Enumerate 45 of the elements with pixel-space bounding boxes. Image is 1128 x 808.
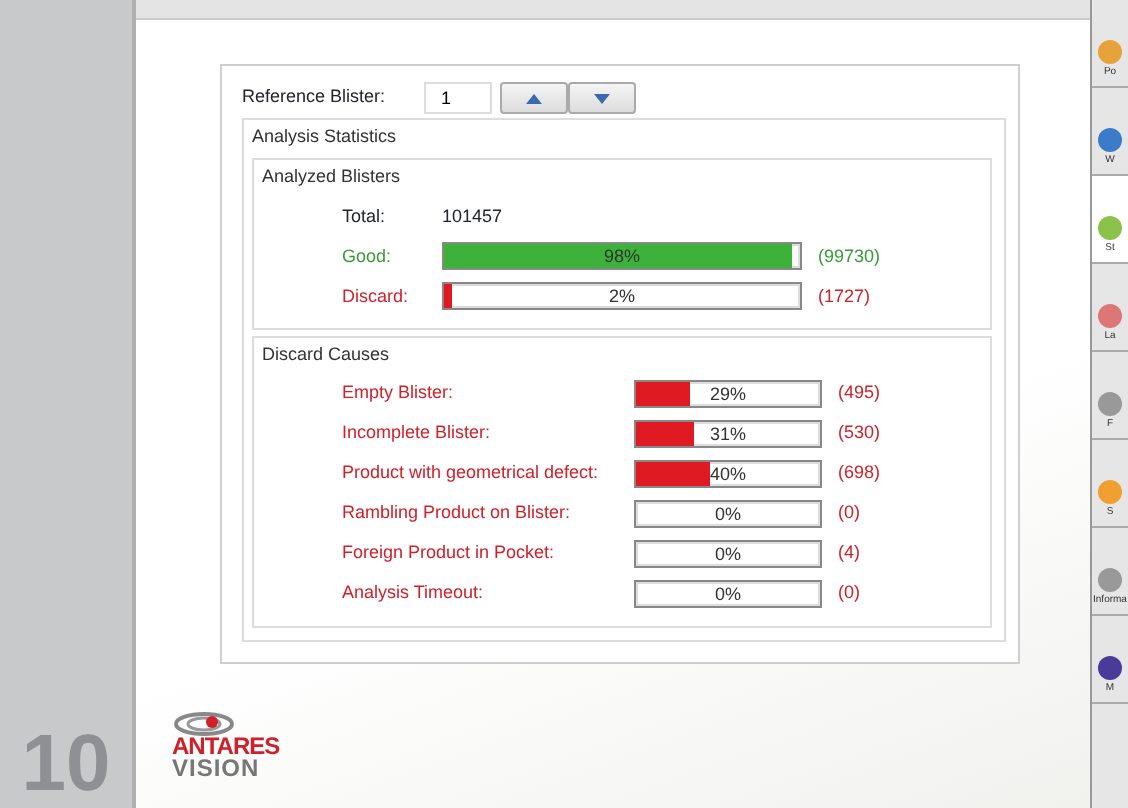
progress-bar: 0% (634, 580, 822, 608)
up-button[interactable] (500, 82, 568, 114)
count-value: (0) (838, 500, 860, 527)
reference-label: Reference Blister: (242, 84, 388, 111)
progress-bar: 0% (634, 540, 822, 568)
tool-icon (1096, 37, 1124, 65)
tool-icon (1096, 653, 1124, 681)
count-value: (4) (838, 540, 860, 567)
count-value: (495) (838, 380, 881, 407)
row-label: Product with geometrical defect: (340, 460, 601, 487)
up-arrow-icon (526, 93, 542, 103)
row-label: Rambling Product on Blister: (340, 500, 573, 527)
reference-field[interactable]: 1 (423, 82, 491, 114)
progress-bar: 40% (634, 460, 822, 488)
logo-text: VISION (172, 758, 260, 780)
tool-icon (1096, 125, 1124, 153)
count-value: (698) (838, 460, 881, 487)
count-value: (99730) (818, 243, 881, 270)
progress-bar: 98% (442, 242, 802, 271)
tool-icon (1096, 477, 1124, 505)
group-title: Analyzed Blisters (262, 163, 403, 190)
row-label: Good: (340, 243, 394, 269)
count-value: (0) (838, 580, 860, 607)
progress-bar: 2% (442, 282, 802, 311)
logo-icon (172, 712, 236, 736)
total-value: 101457 (442, 203, 503, 229)
group-title: Discard Causes (262, 341, 392, 367)
tool-icon (1096, 301, 1124, 329)
progress-bar: 29% (634, 380, 822, 408)
count-value: (530) (838, 420, 881, 447)
progress-bar: 31% (634, 420, 822, 448)
row-label: Discard: (340, 283, 411, 309)
progress-bar: 0% (634, 500, 822, 528)
group-title: Analysis Statistics (252, 124, 399, 151)
tool-icon (1096, 213, 1124, 241)
page-number: 10 (21, 724, 111, 804)
row-label: Incomplete Blister: (340, 420, 493, 447)
logo-text: ANTARES (172, 736, 280, 758)
row-label: Empty Blister: (340, 380, 456, 407)
down-button[interactable] (568, 82, 636, 114)
count-value: (1727) (818, 283, 871, 310)
row-label: Analysis Timeout: (340, 580, 486, 607)
down-arrow-icon (594, 93, 610, 103)
total-label: Total: (340, 203, 388, 229)
row-label: Foreign Product in Pocket: (340, 540, 557, 567)
